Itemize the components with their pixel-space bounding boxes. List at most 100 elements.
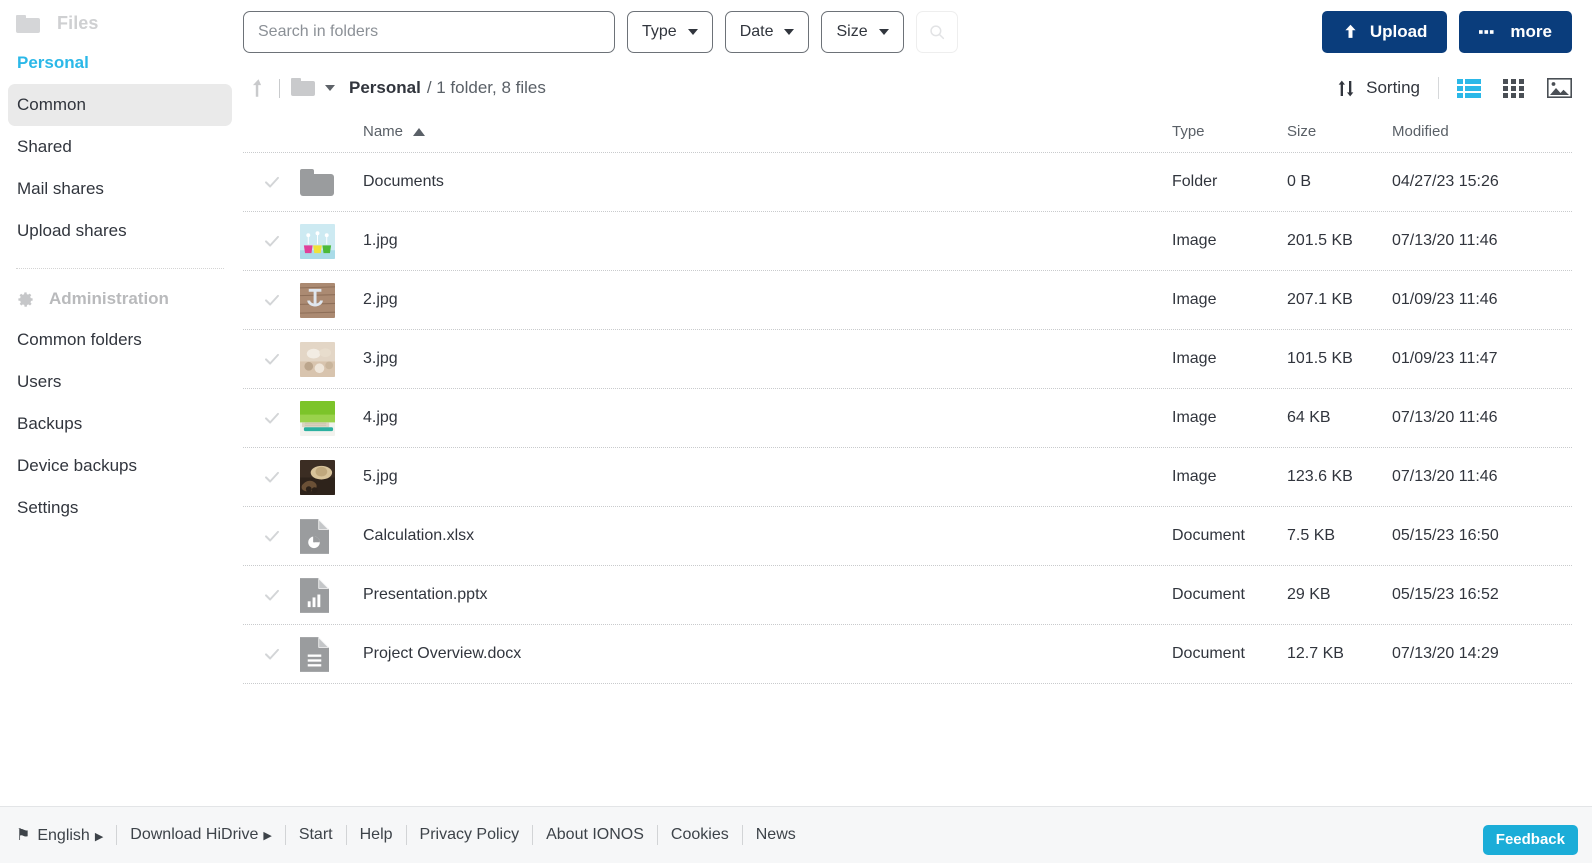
row-select-checkbox[interactable] (243, 232, 300, 250)
sorting-button[interactable]: Sorting (1336, 78, 1420, 99)
select-check-icon[interactable] (263, 291, 281, 309)
sidebar-item-device-backups[interactable]: Device backups (8, 445, 232, 487)
column-header-type[interactable]: Type (1172, 123, 1287, 140)
breadcrumb-separator (279, 78, 280, 98)
row-file-type: Image (1172, 232, 1217, 249)
sidebar-section-files-label: Files (57, 13, 99, 33)
footer-link-news[interactable]: News (756, 826, 796, 844)
table-row[interactable]: 3.jpg Image 101.5 KB 01/09/23 11:47 (243, 330, 1572, 389)
select-check-icon[interactable] (263, 350, 281, 368)
select-check-icon[interactable] (263, 232, 281, 250)
table-row[interactable]: Calculation.xlsx Document 7.5 KB 05/15/23 1… (243, 507, 1572, 566)
row-select-checkbox[interactable] (243, 527, 300, 545)
column-header-name[interactable]: Name (360, 123, 1172, 140)
filter-date-label: Date (739, 22, 774, 40)
select-check-icon[interactable] (263, 527, 281, 545)
sidebar-item-upload-shares[interactable]: Upload shares (8, 210, 232, 252)
footer-link-cookies[interactable]: Cookies (671, 826, 729, 844)
search-submit-button[interactable] (915, 10, 958, 53)
row-select-checkbox[interactable] (243, 409, 300, 427)
footer-link-help[interactable]: Help (360, 826, 393, 844)
row-file-name[interactable]: Project Overview.docx (360, 645, 1172, 663)
select-check-icon[interactable] (263, 645, 281, 663)
table-row[interactable]: Project Overview.docx Document 12.7 KB 07/1… (243, 625, 1572, 684)
row-file-size: 207.1 KB (1287, 291, 1353, 308)
text-file-icon (300, 636, 329, 672)
column-header-modified[interactable]: Modified (1392, 123, 1572, 140)
row-file-size: 123.6 KB (1287, 468, 1353, 485)
column-header-name-label: Name (363, 123, 404, 140)
image-thumbnail (300, 459, 335, 495)
row-select-checkbox[interactable] (243, 645, 300, 663)
sorting-label: Sorting (1366, 78, 1420, 97)
feedback-button[interactable]: Feedback (1482, 825, 1578, 855)
select-check-icon[interactable] (263, 173, 281, 191)
sidebar-item-common-folders[interactable]: Common folders (8, 319, 232, 361)
row-file-name[interactable]: Documents (360, 173, 1172, 191)
search-input[interactable] (243, 10, 615, 53)
sidebar-item-backups[interactable]: Backups (8, 403, 232, 445)
sidebar-item-personal[interactable]: Personal (8, 42, 232, 84)
upload-arrow-icon (1345, 24, 1356, 38)
filter-date-button[interactable]: Date (724, 10, 810, 53)
navigate-up-button[interactable] (243, 73, 273, 103)
more-button-label: more (1510, 21, 1552, 41)
folder-icon[interactable] (291, 78, 317, 98)
sidebar-item-settings[interactable]: Settings (8, 487, 232, 529)
chevron-down-icon[interactable] (325, 85, 335, 91)
footer-divider (741, 825, 743, 845)
table-row[interactable]: Presentation.pptx Document 29 KB 05/15/23 1… (243, 566, 1572, 625)
row-select-checkbox[interactable] (243, 468, 300, 486)
table-row[interactable]: 1.jpg Image 201.5 KB 07/13/20 11:46 (243, 212, 1572, 271)
row-file-icon (300, 168, 360, 196)
sidebar-item-common[interactable]: Common (8, 84, 232, 126)
folder-icon (16, 14, 40, 33)
row-file-name[interactable]: 2.jpg (360, 291, 1172, 309)
table-row[interactable]: 5.jpg Image 123.6 KB 07/13/20 11:46 (243, 448, 1572, 507)
row-file-name[interactable]: Calculation.xlsx (360, 527, 1172, 545)
list-view-icon[interactable] (1457, 78, 1481, 98)
footer-link-start[interactable]: Start (299, 826, 333, 844)
view-toggle-group (1457, 78, 1572, 98)
row-select-checkbox[interactable] (243, 173, 300, 191)
image-thumbnail (300, 341, 335, 377)
breadcrumb-current[interactable]: Personal (349, 78, 421, 98)
chevron-down-icon (687, 28, 698, 35)
row-file-name[interactable]: 3.jpg (360, 350, 1172, 368)
table-row[interactable]: Documents Folder 0 B 04/27/23 15:26 (243, 153, 1572, 212)
folder-icon (300, 168, 334, 196)
upload-button-label: Upload (1369, 21, 1428, 41)
footer-link-privacy-policy[interactable]: Privacy Policy (420, 826, 520, 844)
select-check-icon[interactable] (263, 409, 281, 427)
filter-type-button[interactable]: Type (627, 10, 713, 53)
footer-link-download-hidrive[interactable]: Download HiDrive ▶ (130, 826, 272, 844)
row-file-name[interactable]: 5.jpg (360, 468, 1172, 486)
gallery-view-icon[interactable] (1547, 78, 1572, 98)
column-header-size[interactable]: Size (1287, 123, 1392, 140)
table-row[interactable]: 4.jpg Image 64 KB 07/13/20 11:46 (243, 389, 1572, 448)
row-file-name[interactable]: Presentation.pptx (360, 586, 1172, 604)
row-file-modified: 07/13/20 14:29 (1392, 645, 1499, 662)
row-file-name[interactable]: 1.jpg (360, 232, 1172, 250)
row-select-checkbox[interactable] (243, 586, 300, 604)
sidebar-item-shared[interactable]: Shared (8, 126, 232, 168)
row-select-checkbox[interactable] (243, 291, 300, 309)
footer-language-label: English (37, 827, 90, 844)
search-toolbar: Type Date Size (240, 0, 1592, 65)
table-row[interactable]: 2.jpg Image 207.1 KB 01/09/23 11:46 (243, 271, 1572, 330)
row-file-modified: 07/13/20 11:46 (1392, 468, 1498, 485)
select-check-icon[interactable] (263, 586, 281, 604)
sidebar-item-users[interactable]: Users (8, 361, 232, 403)
main-content: Type Date Size (240, 0, 1592, 806)
footer-link-about-ionos[interactable]: About IONOS (546, 826, 644, 844)
row-select-checkbox[interactable] (243, 350, 300, 368)
upload-button[interactable]: Upload (1321, 10, 1448, 53)
filter-size-button[interactable]: Size (821, 10, 904, 53)
select-check-icon[interactable] (263, 468, 281, 486)
more-button[interactable]: more (1459, 10, 1572, 53)
footer-language-selector[interactable]: ⚑ English ▶ (16, 825, 103, 845)
grid-view-icon[interactable] (1503, 78, 1525, 98)
image-thumbnail (300, 282, 335, 318)
row-file-name[interactable]: 4.jpg (360, 409, 1172, 427)
sidebar-item-mail-shares[interactable]: Mail shares (8, 168, 232, 210)
